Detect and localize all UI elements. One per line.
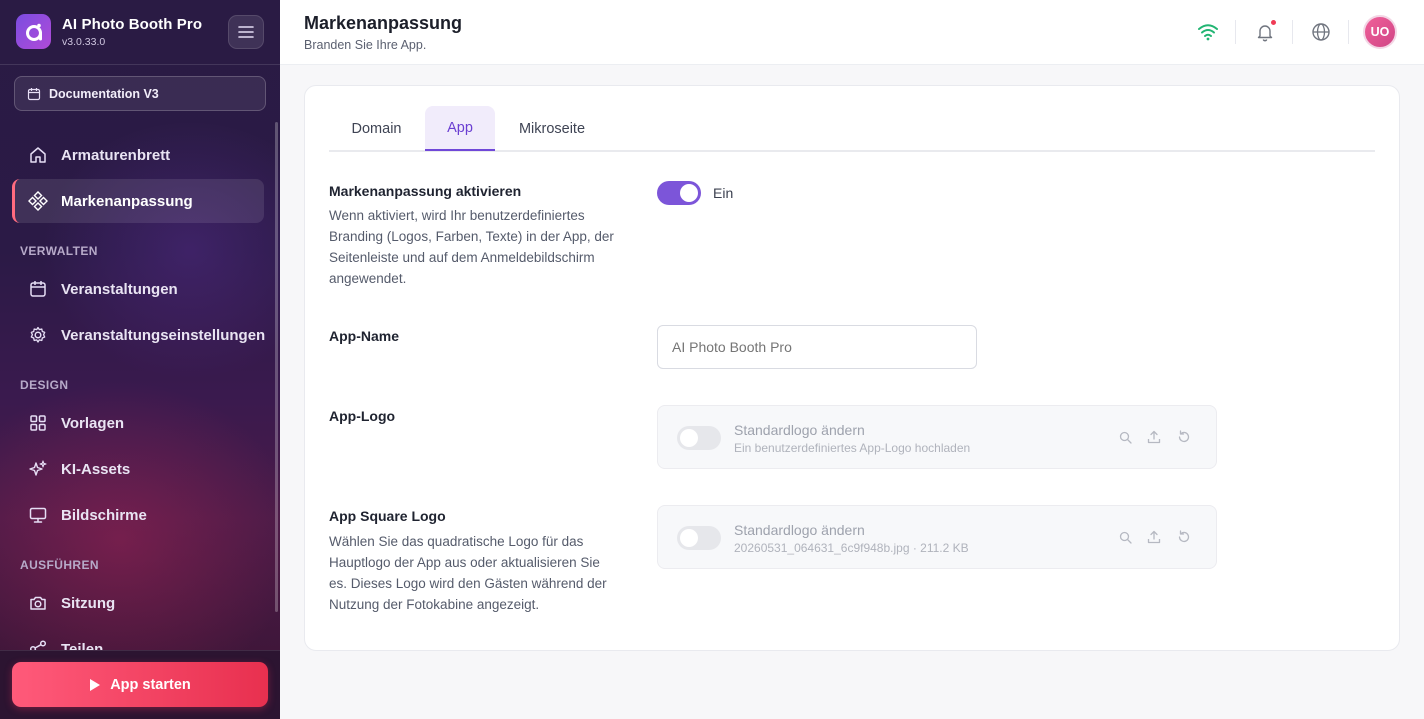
- square-logo-file-info: 20260531_064631_6c9f948b.jpg · 211.2 KB: [734, 541, 969, 555]
- branding-description: Wenn aktiviert, wird Ihr benutzerdefinie…: [329, 208, 614, 286]
- tab-bar: Domain App Mikroseite: [329, 106, 1375, 152]
- sidebar-item-bildschirme[interactable]: Bildschirme: [12, 493, 264, 537]
- square-logo-description: Wählen Sie das quadratische Logo für das…: [329, 534, 607, 612]
- reset-icon[interactable]: [1176, 529, 1192, 545]
- notification-button[interactable]: [1253, 19, 1277, 44]
- language-button[interactable]: [1309, 20, 1333, 44]
- section-label-verwalten: VERWALTEN: [20, 244, 98, 258]
- diamond-grid-icon: [28, 191, 48, 211]
- upload-icon[interactable]: [1146, 529, 1162, 545]
- sidebar-item-label: Sitzung: [61, 594, 116, 612]
- tab-domain[interactable]: Domain: [329, 106, 424, 151]
- branding-toggle[interactable]: [657, 181, 701, 205]
- calendar-icon: [27, 87, 41, 100]
- grid-icon: [28, 413, 48, 433]
- app-logo-label: App-Logo: [329, 408, 396, 424]
- search-icon[interactable]: [1117, 529, 1133, 545]
- square-logo-upload[interactable]: Standardlogo ändern 20260531_064631_6c9f…: [657, 505, 1217, 569]
- sidebar-item-veranstaltungseinstellungen[interactable]: Veranstaltungseinstellungen: [12, 313, 266, 357]
- menu-toggle-button[interactable]: [228, 15, 264, 49]
- reset-icon[interactable]: [1176, 429, 1192, 445]
- app-logo-title: Standardlogo ändern: [734, 422, 865, 438]
- toggle-knob: [680, 429, 698, 447]
- sidebar-item-veranstaltungen[interactable]: Veranstaltungen: [12, 267, 264, 311]
- search-icon[interactable]: [1117, 429, 1133, 445]
- sidebar-item-label: Bildschirme: [61, 506, 147, 524]
- sidebar-item-label: Veranstaltungseinstellungen: [61, 326, 266, 344]
- app-title: AI Photo Booth Pro: [62, 15, 203, 33]
- sidebar-item-label: KI-Assets: [61, 460, 131, 478]
- app-logo-icon: [16, 14, 51, 49]
- app-logo-toggle[interactable]: [677, 426, 721, 450]
- section-label-ausfuehren: AUSFÜHREN: [20, 558, 99, 572]
- wifi-status-icon[interactable]: [1196, 20, 1220, 44]
- app-version: v3.0.33.0: [62, 35, 106, 48]
- app-name-input[interactable]: [657, 325, 977, 369]
- tab-app[interactable]: App: [425, 106, 495, 151]
- square-logo-title: Standardlogo ändern: [734, 522, 865, 538]
- play-icon: [90, 678, 101, 691]
- section-label-design: DESIGN: [20, 378, 69, 392]
- avatar[interactable]: UO: [1363, 15, 1397, 49]
- sidebar-divider: [0, 64, 280, 65]
- brand: AI Photo Booth Pro v3.0.33.0: [16, 14, 202, 49]
- sidebar-item-ki-assets[interactable]: KI-Assets: [12, 447, 264, 491]
- square-logo-label: App Square Logo: [329, 508, 446, 524]
- gear-icon: [28, 325, 48, 345]
- square-logo-toggle[interactable]: [677, 526, 721, 550]
- globe-icon: [1312, 23, 1330, 41]
- sidebar-item-label: Veranstaltungen: [61, 280, 178, 298]
- sidebar-item-label: Armaturenbrett: [61, 146, 171, 164]
- calendar-icon: [28, 279, 48, 299]
- upload-icon[interactable]: [1146, 429, 1162, 445]
- monitor-icon: [28, 505, 48, 525]
- header-divider: [1292, 20, 1293, 44]
- sidebar-item-label: Markenanpassung: [61, 192, 193, 210]
- branding-toggle-state: Ein: [713, 185, 734, 201]
- sparkles-icon: [28, 459, 48, 479]
- hamburger-icon: [238, 26, 254, 38]
- documentation-label: Documentation V3: [49, 86, 159, 101]
- sidebar-item-vorlagen[interactable]: Vorlagen: [12, 401, 264, 445]
- app-name-label: App-Name: [329, 328, 400, 344]
- toggle-knob: [680, 529, 698, 547]
- notification-dot: [1270, 19, 1277, 26]
- branding-label: Markenanpassung aktivieren: [329, 183, 522, 199]
- header-divider: [1348, 20, 1349, 44]
- sidebar-item-markenanpassung[interactable]: Markenanpassung: [12, 179, 264, 223]
- header-divider: [1235, 20, 1236, 44]
- page-title: Markenanpassung: [304, 13, 463, 33]
- documentation-button[interactable]: Documentation V3: [14, 76, 266, 111]
- tab-mikroseite[interactable]: Mikroseite: [499, 106, 605, 151]
- home-icon: [28, 145, 48, 165]
- branding-card: Domain App Mikroseite Markenanpassung ak…: [304, 85, 1400, 651]
- camera-icon: [28, 593, 48, 613]
- app-logo-subtitle: Ein benutzerdefiniertes App-Logo hochlad…: [734, 441, 971, 455]
- top-header: Markenanpassung Branden Sie Ihre App. UO: [280, 0, 1424, 65]
- start-app-label: App starten: [110, 676, 191, 693]
- app-logo-upload[interactable]: Standardlogo ändern Ein benutzerdefinier…: [657, 405, 1217, 469]
- sidebar-item-sitzung[interactable]: Sitzung: [12, 581, 264, 625]
- toggle-knob: [680, 184, 698, 202]
- sidebar-item-label: Vorlagen: [61, 414, 125, 432]
- sidebar-scrollbar[interactable]: [275, 122, 278, 612]
- sidebar-item-armaturenbrett[interactable]: Armaturenbrett: [12, 133, 264, 177]
- page-subtitle: Branden Sie Ihre App.: [304, 38, 427, 52]
- start-app-button[interactable]: App starten: [12, 662, 268, 707]
